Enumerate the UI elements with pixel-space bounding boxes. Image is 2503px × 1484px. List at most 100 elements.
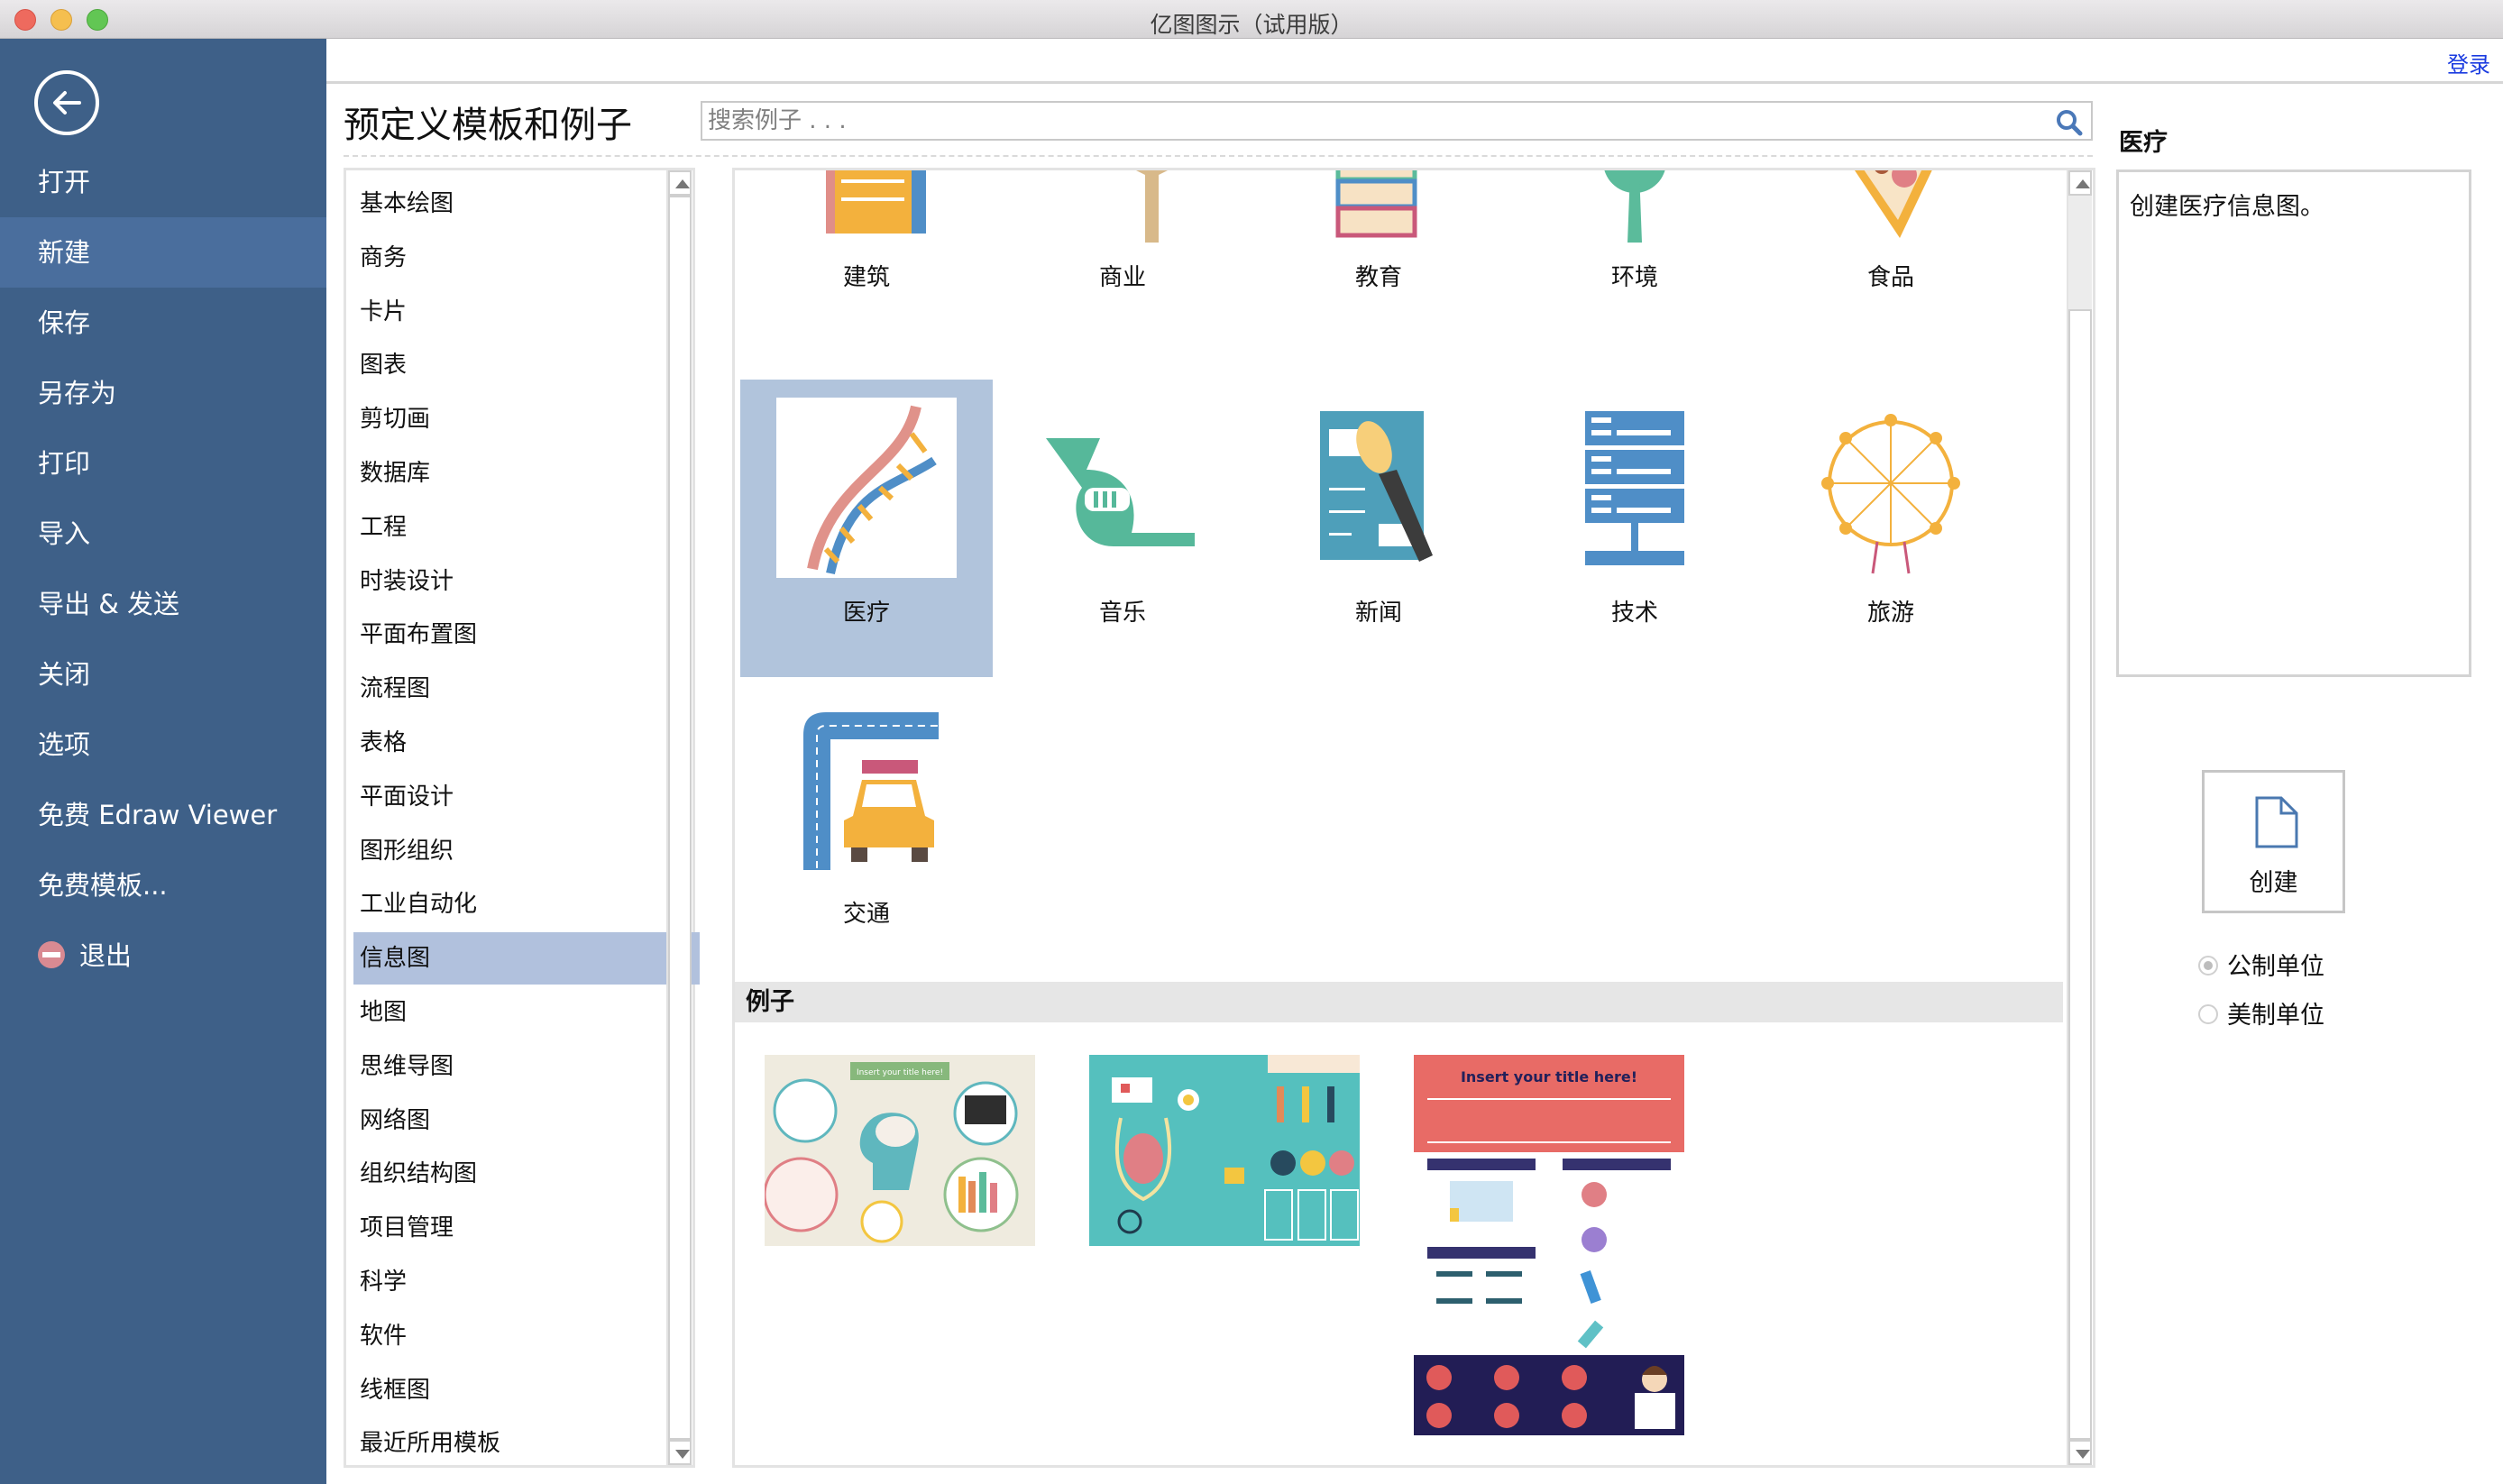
category-item[interactable]: 网络图 bbox=[353, 1095, 700, 1147]
example-title-text: Insert your title here! bbox=[857, 1068, 943, 1077]
template-scrollbar[interactable] bbox=[2067, 170, 2092, 1465]
back-button[interactable] bbox=[34, 70, 99, 135]
example-thumbnail-poster[interactable]: Insert your title here! bbox=[1414, 1055, 1684, 1435]
sidebar-item-label: 另存为 bbox=[38, 378, 117, 408]
template-label: 建筑 bbox=[842, 264, 890, 291]
sidebar-item-options[interactable]: 选项 bbox=[0, 710, 326, 780]
category-item[interactable]: 时装设计 bbox=[353, 555, 700, 608]
tree-icon bbox=[1604, 170, 1665, 243]
category-item[interactable]: 基本绘图 bbox=[353, 178, 700, 230]
template-tile-technology[interactable]: 技术 bbox=[1508, 380, 1761, 677]
category-item[interactable]: 地图 bbox=[353, 986, 700, 1039]
sidebar-item-export-send[interactable]: 导出 & 发送 bbox=[0, 569, 326, 639]
sidebar-item-free-templates[interactable]: 免费模板... bbox=[0, 850, 326, 921]
sidebar-item-label: 关闭 bbox=[38, 659, 91, 690]
scroll-thumb[interactable] bbox=[668, 196, 692, 1440]
category-item[interactable]: 思维导图 bbox=[353, 1040, 700, 1093]
example-image: Insert your title here! bbox=[763, 1055, 1035, 1246]
sidebar-item-import[interactable]: 导入 bbox=[0, 499, 326, 569]
scroll-down-button[interactable] bbox=[668, 1440, 692, 1465]
template-label: 教育 bbox=[1354, 264, 1402, 291]
server-network-icon bbox=[1585, 411, 1684, 565]
example-thumbnail-brain[interactable]: Insert your title here! bbox=[763, 1055, 1035, 1246]
category-item[interactable]: 数据库 bbox=[353, 447, 700, 499]
sidebar-item-close[interactable]: 关闭 bbox=[0, 639, 326, 710]
scroll-up-button[interactable] bbox=[2068, 170, 2092, 196]
category-item[interactable]: 图表 bbox=[353, 339, 700, 391]
create-button[interactable]: 创建 bbox=[2202, 770, 2345, 913]
sidebar-item-save-as[interactable]: 另存为 bbox=[0, 358, 326, 428]
sidebar-item-open[interactable]: 打开 bbox=[0, 147, 326, 217]
radio-us-units[interactable]: 美制单位 bbox=[2198, 995, 2324, 1031]
template-tile-education[interactable]: 教育 bbox=[1252, 170, 1505, 342]
french-horn-icon bbox=[1046, 438, 1195, 546]
category-item[interactable]: 工程 bbox=[353, 501, 700, 554]
create-label: 创建 bbox=[2249, 869, 2298, 897]
search-icon[interactable] bbox=[2055, 108, 2084, 137]
sidebar-item-free-viewer[interactable]: 免费 Edraw Viewer bbox=[0, 780, 326, 850]
category-item[interactable]: 工业自动化 bbox=[353, 878, 700, 930]
category-item[interactable]: 最近所用模板 bbox=[353, 1417, 700, 1470]
radio-label: 公制单位 bbox=[2227, 953, 2324, 981]
category-item[interactable]: 图形组织 bbox=[353, 825, 700, 877]
category-item[interactable]: 流程图 bbox=[353, 663, 700, 715]
radio-label: 美制单位 bbox=[2227, 1002, 2324, 1030]
radio-button-checked[interactable] bbox=[2198, 955, 2218, 976]
template-label: 食品 bbox=[1866, 264, 1914, 291]
example-thumbnail-teal[interactable] bbox=[1089, 1055, 1360, 1246]
sidebar-item-label: 打印 bbox=[38, 448, 91, 479]
scroll-up-button[interactable] bbox=[668, 170, 692, 196]
category-item[interactable]: 平面布置图 bbox=[353, 609, 700, 661]
scroll-thumb[interactable] bbox=[2068, 309, 2092, 1440]
template-label: 医疗 bbox=[842, 600, 890, 627]
category-item[interactable]: 线框图 bbox=[353, 1364, 700, 1416]
scroll-down-button[interactable] bbox=[2068, 1440, 2092, 1465]
template-tile-medical[interactable]: 医疗 bbox=[740, 380, 993, 677]
category-scrollbar[interactable] bbox=[666, 170, 692, 1465]
category-item[interactable]: 软件 bbox=[353, 1310, 700, 1362]
search-input[interactable] bbox=[708, 105, 2033, 137]
page-title: 预定义模板和例子 bbox=[344, 105, 632, 146]
category-item[interactable]: 项目管理 bbox=[353, 1202, 700, 1254]
template-label: 技术 bbox=[1610, 600, 1658, 627]
sidebar-item-new[interactable]: 新建 bbox=[0, 217, 326, 288]
category-item[interactable]: 平面设计 bbox=[353, 771, 700, 823]
category-item[interactable]: 组织结构图 bbox=[353, 1148, 700, 1200]
category-item[interactable]: 剪切画 bbox=[353, 393, 700, 445]
microphone-news-icon bbox=[1320, 411, 1433, 562]
template-label: 交通 bbox=[842, 901, 890, 928]
search-box bbox=[701, 101, 2093, 141]
template-label: 旅游 bbox=[1866, 600, 1914, 627]
sidebar-item-label: 导入 bbox=[38, 518, 91, 549]
sidebar-item-save[interactable]: 保存 bbox=[0, 288, 326, 358]
sidebar-item-print[interactable]: 打印 bbox=[0, 428, 326, 499]
category-item[interactable]: 商务 bbox=[353, 232, 700, 284]
category-item[interactable]: 科学 bbox=[353, 1256, 700, 1308]
sidebar-item-label: 保存 bbox=[38, 307, 91, 338]
template-tile-music[interactable]: 音乐 bbox=[996, 380, 1249, 677]
template-tile-food[interactable]: 食品 bbox=[1765, 170, 2017, 342]
scroll-track[interactable] bbox=[2068, 196, 2092, 309]
radio-button[interactable] bbox=[2198, 1003, 2218, 1024]
businessman-icon bbox=[1136, 170, 1168, 243]
template-tile-transport[interactable]: 交通 bbox=[740, 681, 993, 978]
login-link[interactable]: 登录 bbox=[2447, 47, 2490, 78]
triangle-up-icon bbox=[675, 179, 690, 188]
description-text: 创建医疗信息图。 bbox=[2130, 193, 2324, 221]
example-image bbox=[1089, 1055, 1360, 1246]
category-item[interactable]: 表格 bbox=[353, 717, 700, 769]
example-image: Insert your title here! bbox=[1414, 1055, 1684, 1435]
template-tile-travel[interactable]: 旅游 bbox=[1765, 380, 2017, 677]
selected-template-title: 医疗 bbox=[2119, 129, 2168, 157]
sidebar: 打开 新建 保存 另存为 打印 导入 导出 & 发送 关闭 选项 免费 Edra… bbox=[0, 39, 326, 1484]
category-item[interactable]: 信息图 bbox=[353, 932, 700, 985]
template-tile-business[interactable]: 商业 bbox=[996, 170, 1249, 342]
radio-metric-units[interactable]: 公制单位 bbox=[2198, 947, 2324, 982]
template-tile-news[interactable]: 新闻 bbox=[1252, 380, 1505, 677]
sidebar-item-exit[interactable]: 退出 bbox=[0, 921, 326, 991]
category-item[interactable]: 卡片 bbox=[353, 286, 700, 338]
template-tile-environment[interactable]: 环境 bbox=[1508, 170, 1761, 342]
template-tile-architecture[interactable]: 建筑 bbox=[740, 170, 993, 342]
template-label: 新闻 bbox=[1354, 600, 1402, 627]
arrow-left-icon bbox=[53, 91, 81, 115]
